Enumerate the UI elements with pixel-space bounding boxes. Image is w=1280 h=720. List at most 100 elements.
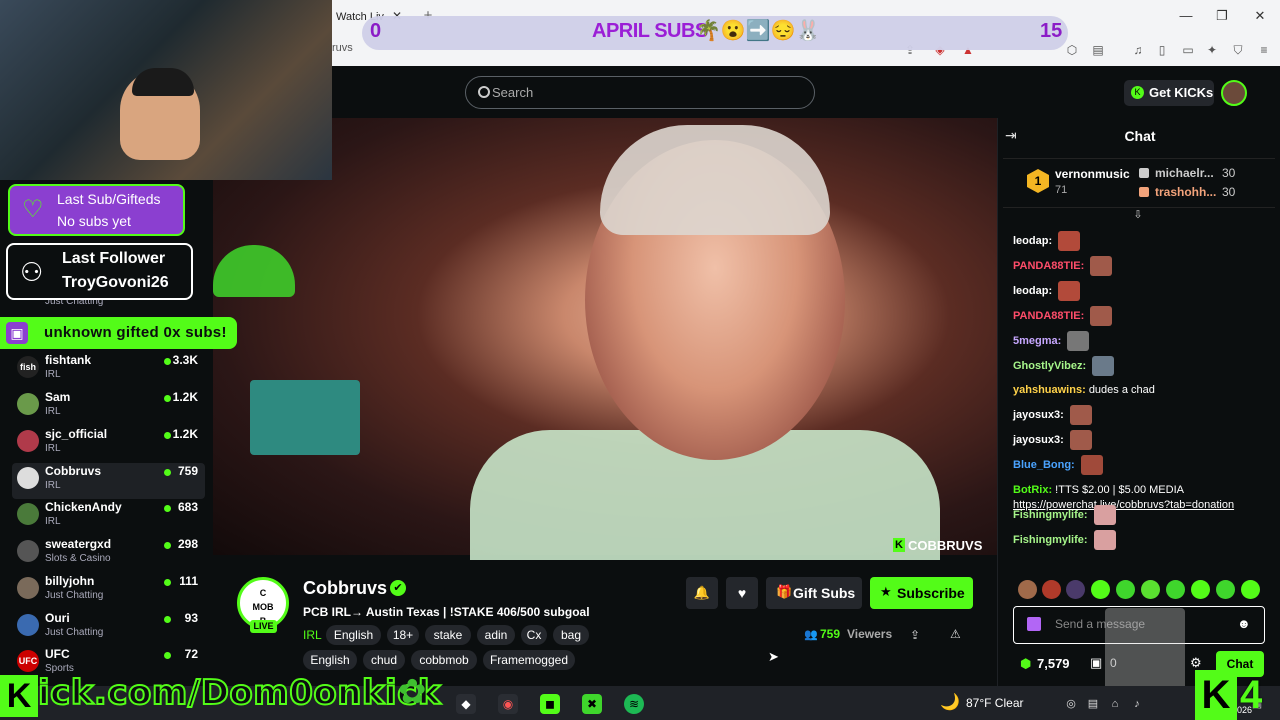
chat-message: PANDA88TIE: — [1013, 306, 1275, 327]
expand-leaderboard-icon[interactable]: ⇩ — [1131, 209, 1145, 221]
banner-count-left: 0 — [370, 20, 382, 42]
report-icon[interactable]: ⚠ — [950, 627, 964, 641]
stream-tag[interactable]: Cx — [521, 625, 547, 645]
emote-icon[interactable] — [1216, 580, 1235, 599]
sub-emote-icon[interactable] — [1027, 617, 1041, 631]
channel-name: sweatergxd — [45, 537, 112, 551]
extensions-icon[interactable]: ⬡ — [1064, 43, 1080, 57]
emote-icon[interactable] — [1018, 580, 1037, 599]
menu-icon[interactable]: ≡ — [1256, 43, 1272, 57]
sidebar-channel-sjc_official[interactable]: sjc_official IRL 1.2K — [12, 426, 205, 462]
emote-icon[interactable] — [1141, 580, 1160, 599]
emoji-picker-icon[interactable]: ☻ — [1237, 617, 1251, 631]
leaf-icon: ✿ — [398, 673, 427, 711]
vpn-icon[interactable]: ⛉ — [1230, 43, 1246, 57]
leaderboard-user[interactable]: vernonmusic — [1055, 167, 1135, 183]
stream-tag[interactable]: chud — [363, 650, 405, 670]
chat-username[interactable]: jayosux3: — [1013, 434, 1064, 446]
restore-button[interactable]: ❐ — [1212, 8, 1232, 24]
emote-icon[interactable] — [1241, 580, 1260, 599]
weather-text[interactable]: 87°F Clear — [966, 696, 1036, 712]
sidebar-channel-cobbruvs[interactable]: Cobbruvs IRL 759 — [12, 463, 205, 499]
kicks-balance[interactable]: 7,579 — [1037, 656, 1077, 672]
chat-username[interactable]: Fishingmylife: — [1013, 509, 1088, 521]
chat-username[interactable]: PANDA88TIE: — [1013, 310, 1084, 322]
notification-bell-button[interactable]: 🔔 — [686, 577, 718, 609]
sidebar-channel-chickenandy[interactable]: ChickenAndy IRL 683 — [12, 499, 205, 535]
mouse-cursor-icon: ➤ — [768, 649, 779, 664]
stream-tag[interactable]: Framemogged — [483, 650, 575, 670]
leo-icon[interactable]: ✦ — [1204, 43, 1220, 57]
network-icon[interactable]: ⌂ — [1108, 697, 1122, 711]
k4-logo-icon: K — [1195, 670, 1237, 720]
leaderboard-user[interactable]: michaelr... — [1155, 166, 1220, 180]
chat-username[interactable]: BotRix: — [1013, 484, 1052, 496]
emote-icon[interactable] — [1066, 580, 1085, 599]
emote-icon[interactable] — [1166, 580, 1185, 599]
chat-username[interactable]: leodap: — [1013, 235, 1052, 247]
channel-viewers: 3.3K — [172, 353, 198, 367]
chat-username[interactable]: leodap: — [1013, 285, 1052, 297]
follow-heart-button[interactable]: ♥ — [726, 577, 758, 609]
sidebar-channel-fishtank[interactable]: fish fishtank IRL 3.3K — [12, 352, 205, 388]
stream-tag[interactable]: English — [326, 625, 381, 645]
stream-tag[interactable]: adin — [477, 625, 515, 645]
chat-username[interactable]: Blue_Bong: — [1013, 459, 1075, 471]
star-icon: ★ — [880, 584, 892, 599]
stream-tag[interactable]: cobbmob — [411, 650, 477, 670]
reader-icon[interactable]: ▤ — [1090, 43, 1106, 57]
profile-avatar[interactable] — [1221, 80, 1247, 106]
xbox-icon[interactable]: ✖ — [582, 694, 602, 714]
channel-category: IRL — [45, 516, 61, 527]
media-icon[interactable]: ♫ — [1130, 43, 1146, 57]
stream-tag[interactable]: 18+ — [387, 625, 419, 645]
sidebar-channel-sam[interactable]: Sam IRL 1.2K — [12, 389, 205, 425]
obs-icon[interactable]: ◉ — [498, 694, 518, 714]
chat-username[interactable]: jayosux3: — [1013, 409, 1064, 421]
minimize-button[interactable]: — — [1176, 8, 1196, 24]
chat-settings-icon[interactable]: ⚙ — [1190, 656, 1204, 670]
stream-category-link[interactable]: IRL — [303, 628, 325, 644]
tray-icon[interactable]: ◎ — [1064, 697, 1078, 711]
share-icon[interactable]: ⇪ — [910, 628, 924, 642]
emote-icon[interactable] — [1116, 580, 1135, 599]
emote-icon[interactable] — [1091, 580, 1110, 599]
sidebar-channel-sweatergxd[interactable]: sweatergxd Slots & Casino 298 — [12, 536, 205, 572]
stream-tag[interactable]: stake — [425, 625, 471, 645]
channel-category: Slots & Casino — [45, 553, 111, 564]
streamer-name[interactable]: Cobbruvs — [303, 578, 388, 600]
webcam-cap — [132, 68, 194, 96]
channel-name: Cobbruvs — [45, 464, 102, 478]
sidebar-channel-ufc[interactable]: UFC UFC Sports 72 — [12, 646, 205, 682]
viewer-count: 759 — [820, 627, 841, 641]
channel-category: IRL — [45, 406, 61, 417]
stream-tag[interactable]: English — [303, 650, 357, 670]
emote-icon[interactable] — [1042, 580, 1061, 599]
search-placeholder: Search — [492, 85, 534, 100]
chat-username[interactable]: Fishingmylife: — [1013, 534, 1088, 546]
channel-viewers: 1.2K — [172, 427, 198, 441]
last-sub-title: Last Sub/Gifteds — [57, 191, 161, 207]
sidebar-channel-billyjohn[interactable]: billyjohn Just Chatting 111 — [12, 573, 205, 609]
volume-icon[interactable]: ♪ — [1130, 697, 1144, 711]
discord-icon[interactable]: ◼ — [540, 694, 560, 714]
store-icon[interactable]: ▣ — [1090, 656, 1104, 670]
chat-username[interactable]: PANDA88TIE: — [1013, 260, 1084, 272]
spotify-icon[interactable]: ≋ — [624, 694, 644, 714]
leaderboard-user[interactable]: trashohh... — [1155, 185, 1220, 199]
sidebar-icon[interactable]: ▯ — [1154, 43, 1170, 57]
channel-avatar — [17, 393, 39, 415]
collapse-chat-icon[interactable]: ⇥ — [1005, 128, 1021, 142]
sidebar-channel-ouri[interactable]: Ouri Just Chatting 93 — [12, 610, 205, 646]
banner-emojis: 🌴😮➡️😔🐰 — [696, 20, 821, 42]
chat-username[interactable]: 5megma: — [1013, 335, 1061, 347]
stream-tag[interactable]: bag — [553, 625, 589, 645]
chat-username[interactable]: GhostlyVibez: — [1013, 360, 1086, 372]
tray-icon[interactable]: ▤ — [1086, 697, 1100, 711]
close-window-button[interactable]: ✕ — [1250, 8, 1270, 24]
chat-message: leodap: — [1013, 281, 1275, 302]
kicks-icon: ⬢ — [1020, 656, 1032, 671]
chat-username[interactable]: yahshuawins: — [1013, 384, 1086, 396]
wallet-icon[interactable]: ▭ — [1180, 43, 1196, 57]
emote-icon[interactable] — [1191, 580, 1210, 599]
